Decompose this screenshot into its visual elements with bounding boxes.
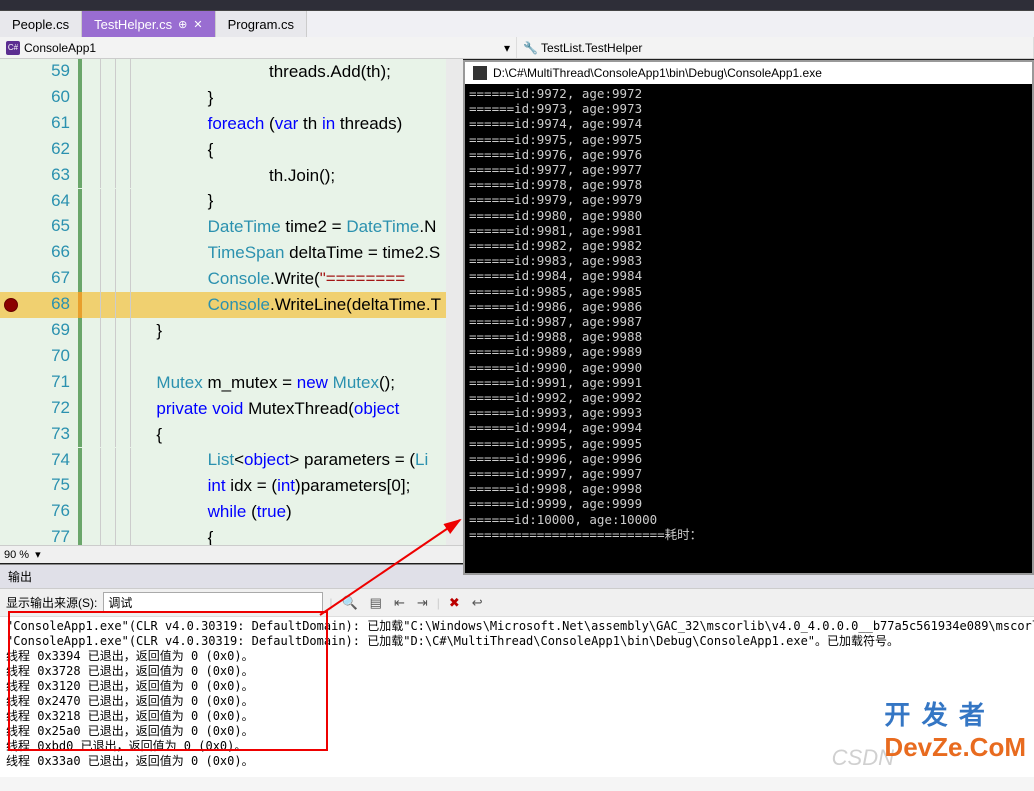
line-number: 68: [30, 294, 70, 314]
code-text: foreach (var th in threads): [95, 114, 402, 134]
console-titlebar[interactable]: D:\C#\MultiThread\ConsoleApp1\bin\Debug\…: [465, 62, 1032, 84]
tab-program[interactable]: Program.cs: [216, 11, 307, 37]
code-line[interactable]: 72 private void MutexThread(object: [0, 396, 463, 422]
line-number: 60: [30, 87, 70, 107]
output-toolbar: 显示输出来源(S): 调试 | 🔍 ▤ ⇤ ⇥ | ✖ ↩: [0, 589, 1034, 617]
line-number: 59: [30, 61, 70, 81]
line-number: 75: [30, 475, 70, 495]
code-text: Console.WriteLine(deltaTime.T: [95, 295, 441, 315]
output-source-select[interactable]: 调试: [103, 592, 323, 613]
line-number: 63: [30, 165, 70, 185]
code-text: DateTime time2 = DateTime.N: [95, 217, 436, 237]
line-number: 69: [30, 320, 70, 340]
next-icon[interactable]: ⇥: [414, 593, 431, 613]
tab-testhelper[interactable]: TestHelper.cs ⊕ ✕: [82, 11, 215, 37]
nav-bar: C# ConsoleApp1 ▾ 🔧 TestList.TestHelper: [0, 37, 1034, 59]
line-number: 74: [30, 450, 70, 470]
code-text: threads.Add(th);: [95, 62, 391, 82]
breakpoint-icon[interactable]: [4, 298, 18, 312]
code-line[interactable]: 76 while (true): [0, 499, 463, 525]
top-strip: [0, 0, 1034, 10]
code-line[interactable]: 59 threads.Add(th);: [0, 59, 463, 85]
nav-class[interactable]: 🔧 TestList.TestHelper: [517, 37, 1034, 58]
code-text: }: [95, 191, 213, 211]
pin-icon[interactable]: ⊕: [178, 18, 187, 31]
clear-icon[interactable]: ✖: [446, 593, 463, 613]
tab-people[interactable]: People.cs: [0, 11, 82, 37]
line-number: 66: [30, 242, 70, 262]
code-text: int idx = (int)parameters[0];: [95, 476, 410, 496]
code-text: Console.Write("========: [95, 269, 405, 289]
code-text: while (true): [95, 502, 292, 522]
code-line[interactable]: 71 Mutex m_mutex = new Mutex();: [0, 370, 463, 396]
line-number: 65: [30, 216, 70, 236]
scrollbar-vertical[interactable]: [446, 59, 463, 563]
csharp-icon: C#: [6, 41, 20, 55]
code-text: }: [95, 321, 162, 341]
code-line[interactable]: 67 Console.Write("========: [0, 266, 463, 292]
wrap-icon[interactable]: ↩: [469, 593, 486, 613]
code-text: TimeSpan deltaTime = time2.S: [95, 243, 440, 263]
close-icon[interactable]: ✕: [193, 18, 202, 31]
wrench-icon: 🔧: [523, 41, 537, 55]
goto-icon[interactable]: ▤: [367, 593, 385, 613]
code-line[interactable]: 65 DateTime time2 = DateTime.N: [0, 214, 463, 240]
code-line[interactable]: 69 }: [0, 318, 463, 344]
exe-icon: [473, 66, 487, 80]
code-text: }: [95, 88, 213, 108]
watermark-devze: 开 发 者 DevZe.CoM: [884, 695, 1026, 763]
nav-project[interactable]: C# ConsoleApp1 ▾: [0, 37, 517, 58]
line-number: 62: [30, 139, 70, 159]
code-text: {: [95, 140, 213, 160]
code-text: {: [95, 425, 162, 445]
code-line[interactable]: 64 }: [0, 189, 463, 215]
code-text: List<object> parameters = (Li: [95, 450, 428, 470]
output-source-label: 显示输出来源(S):: [6, 594, 97, 611]
code-line[interactable]: 75 int idx = (int)parameters[0];: [0, 473, 463, 499]
line-number: 64: [30, 191, 70, 211]
code-line[interactable]: 70: [0, 344, 463, 370]
code-line[interactable]: 63 th.Join();: [0, 163, 463, 189]
code-line[interactable]: 68 Console.WriteLine(deltaTime.T: [0, 292, 463, 318]
code-text: private void MutexThread(object: [95, 399, 404, 419]
line-number: 67: [30, 268, 70, 288]
line-number: 61: [30, 113, 70, 133]
code-line[interactable]: 61 foreach (var th in threads): [0, 111, 463, 137]
line-number: 72: [30, 398, 70, 418]
code-text: th.Join();: [95, 166, 335, 186]
code-editor[interactable]: 59 threads.Add(th);60 }61 foreach (var t…: [0, 59, 463, 563]
console-window: D:\C#\MultiThread\ConsoleApp1\bin\Debug\…: [463, 60, 1034, 575]
line-number: 73: [30, 424, 70, 444]
find-icon[interactable]: 🔍: [338, 593, 360, 613]
console-output[interactable]: ======id:9972, age:9972 ======id:9973, a…: [465, 84, 1032, 571]
code-line[interactable]: 66 TimeSpan deltaTime = time2.S: [0, 240, 463, 266]
zoom-bar[interactable]: 90 %▾: [0, 545, 463, 563]
code-text: Mutex m_mutex = new Mutex();: [95, 373, 395, 393]
code-line[interactable]: 60 }: [0, 85, 463, 111]
file-tabs-bar: People.cs TestHelper.cs ⊕ ✕ Program.cs: [0, 10, 1034, 37]
prev-icon[interactable]: ⇤: [391, 593, 408, 613]
line-number: 71: [30, 372, 70, 392]
code-line[interactable]: 74 List<object> parameters = (Li: [0, 448, 463, 474]
code-line[interactable]: 62 {: [0, 137, 463, 163]
line-number: 76: [30, 501, 70, 521]
line-number: 70: [30, 346, 70, 366]
code-line[interactable]: 73 {: [0, 422, 463, 448]
